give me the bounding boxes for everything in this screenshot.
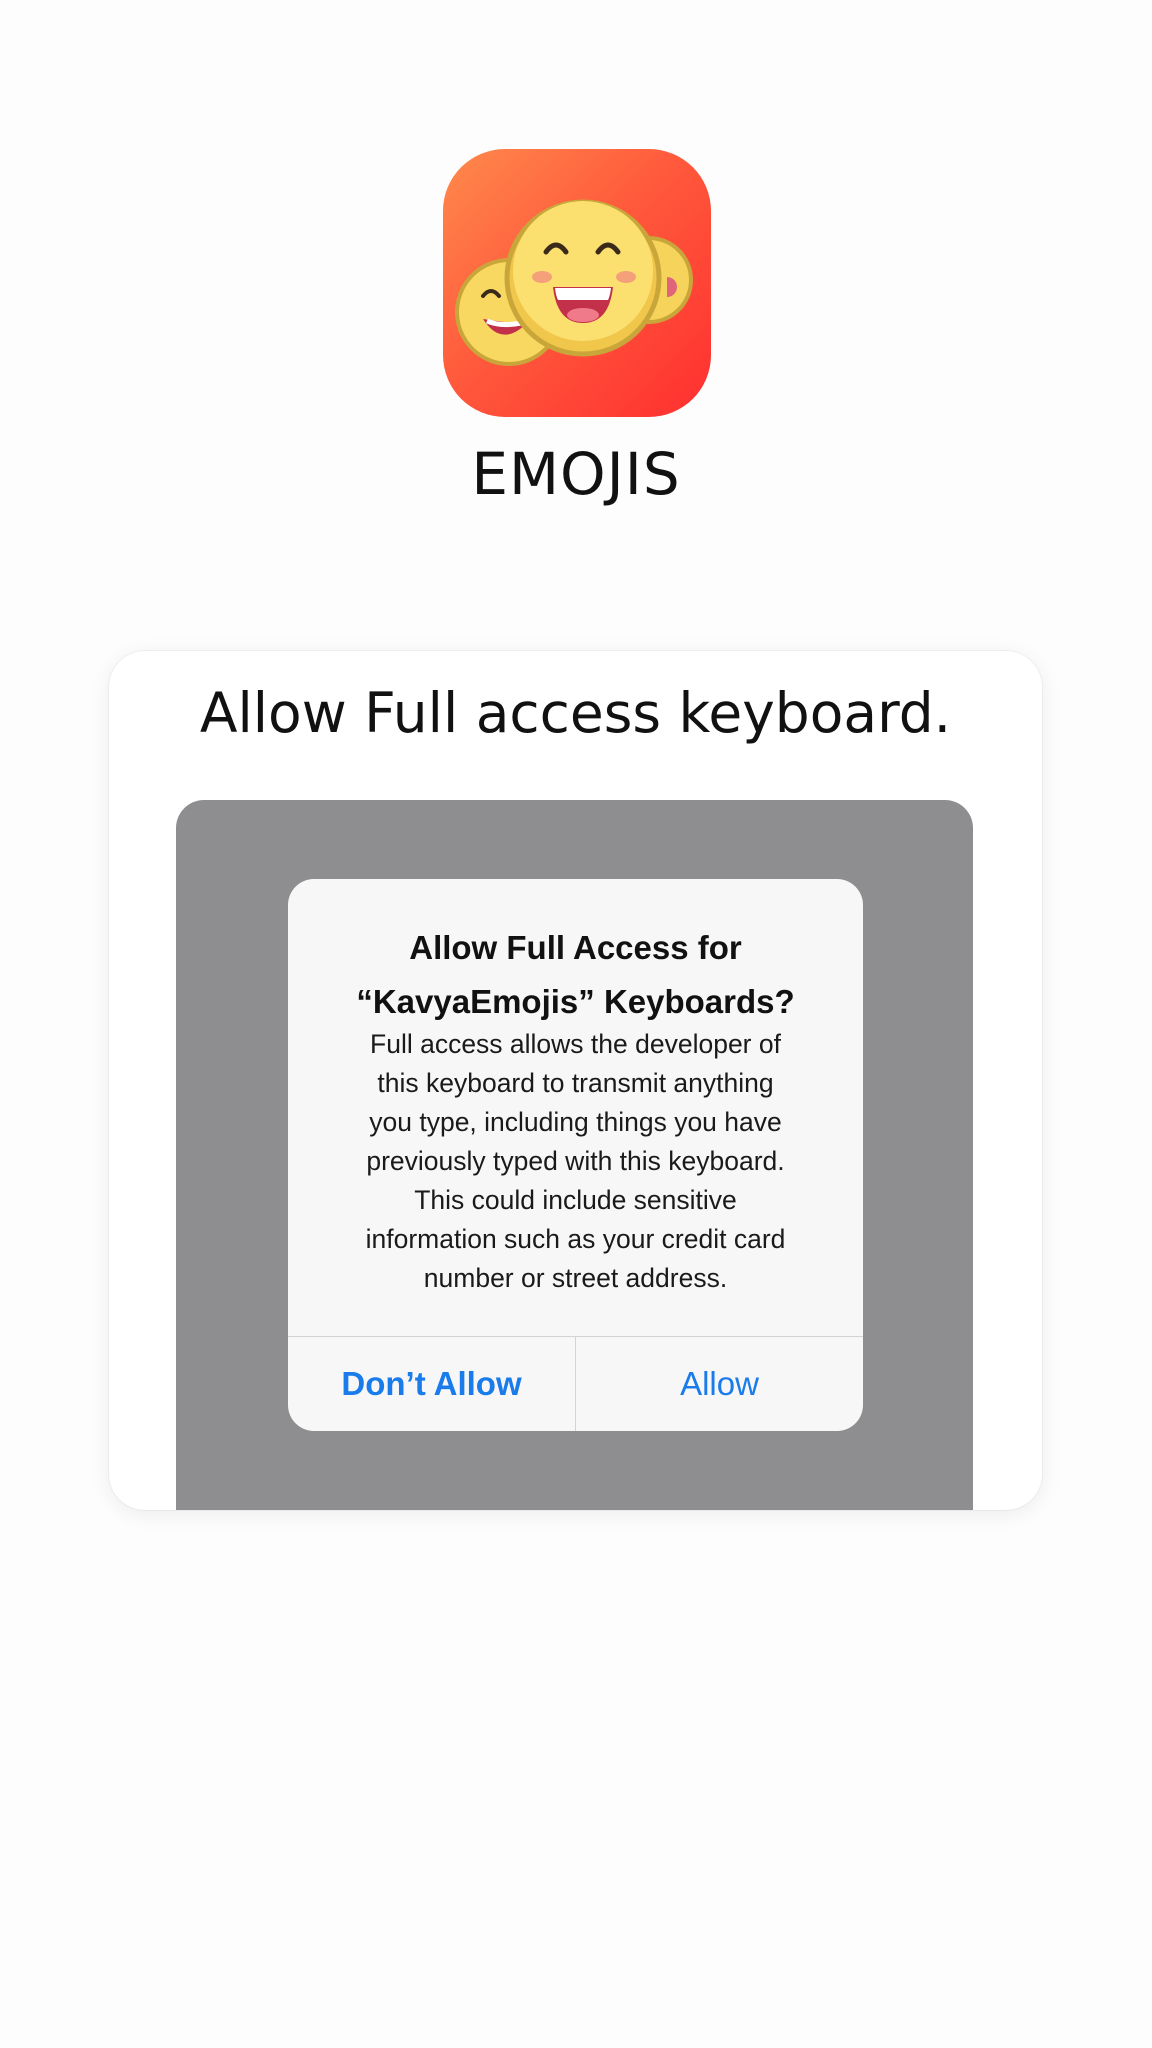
smiling-faces-icon [455, 199, 693, 366]
app-icon [443, 149, 711, 417]
alert-message-line: information such as your credit card [365, 1224, 786, 1254]
dont-allow-button[interactable]: Don’t Allow [288, 1337, 575, 1431]
full-access-alert: Allow Full Access for “KavyaEmojis” Keyb… [288, 879, 863, 1431]
card-title: Allow Full access keyboard. [199, 681, 952, 745]
alert-message-line: This could include sensitive [414, 1185, 737, 1215]
alert-title-line: “KavyaEmojis” Keyboards? [356, 983, 795, 1020]
alert-title: Allow Full Access for “KavyaEmojis” Keyb… [288, 921, 863, 1029]
instruction-card: Allow Full access keyboard. Allow Full A… [109, 651, 1042, 1510]
app-name: EMOJIS [471, 440, 681, 508]
alert-message: Full access allows the developer of this… [328, 1025, 823, 1298]
alert-message-line: previously typed with this keyboard. [366, 1146, 785, 1176]
alert-message-line: number or street address. [423, 1263, 728, 1293]
screenshot-preview: Allow Full Access for “KavyaEmojis” Keyb… [176, 800, 973, 1510]
allow-button[interactable]: Allow [575, 1337, 863, 1431]
alert-message-line: you type, including things you have [369, 1107, 782, 1137]
alert-button-row: Don’t Allow Allow [288, 1336, 863, 1431]
alert-message-line: this keyboard to transmit anything [377, 1068, 774, 1098]
alert-title-line: Allow Full Access for [409, 929, 742, 966]
alert-message-line: Full access allows the developer of [370, 1029, 781, 1059]
